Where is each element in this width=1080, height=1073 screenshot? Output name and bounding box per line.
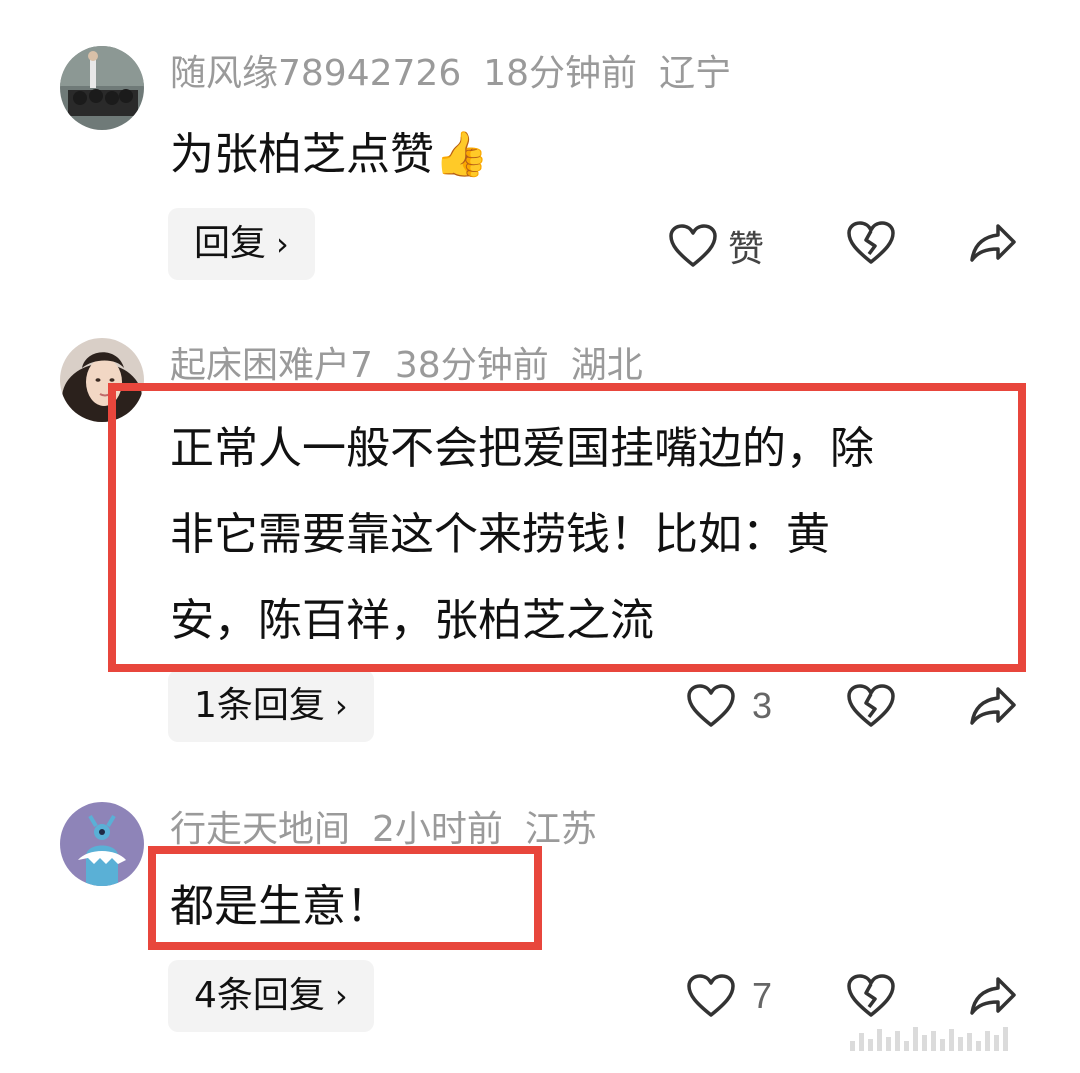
dislike-button[interactable] — [846, 973, 896, 1019]
timestamp: 18分钟前 — [483, 53, 638, 94]
reply-button[interactable]: 回复 › — [168, 208, 315, 280]
reply-label: 4条回复 — [194, 975, 325, 1016]
like-button[interactable]: 7 — [686, 973, 772, 1019]
chevron-right-icon: › — [276, 225, 289, 263]
share-button[interactable] — [968, 973, 1018, 1019]
comment-meta: 起床困难户7 38分钟前 湖北 — [170, 344, 665, 388]
share-button[interactable] — [968, 220, 1018, 266]
watermark — [850, 1025, 1060, 1051]
comment-item: 起床困难户7 38分钟前 湖北 正常人一般不会把爱国挂嘴边的，除 非它需要靠这个来捞… — [0, 300, 1080, 780]
avatar[interactable] — [60, 802, 144, 886]
like-label: 赞 — [728, 229, 765, 270]
location: 江苏 — [524, 809, 597, 850]
share-arrow-icon — [970, 224, 1016, 262]
like-button[interactable]: 3 — [686, 683, 772, 729]
location: 辽宁 — [659, 53, 732, 94]
reply-button[interactable]: 4条回复 › — [168, 960, 374, 1032]
broken-heart-icon — [847, 684, 895, 727]
heart-icon — [687, 974, 735, 1017]
avatar[interactable] — [60, 338, 144, 422]
share-arrow-icon — [970, 687, 1016, 725]
broken-heart-icon — [847, 221, 895, 264]
like-count: 7 — [752, 975, 773, 1016]
location: 湖北 — [570, 345, 643, 386]
share-arrow-icon — [970, 977, 1016, 1015]
share-button[interactable] — [968, 683, 1018, 729]
timestamp: 38分钟前 — [394, 345, 549, 386]
reply-button[interactable]: 1条回复 › — [168, 670, 374, 742]
broken-heart-icon — [847, 974, 895, 1017]
avatar[interactable] — [60, 46, 144, 130]
reply-label: 1条回复 — [194, 685, 325, 726]
comment-meta: 随风缘78942726 18分钟前 辽宁 — [170, 52, 753, 96]
timestamp: 2小时前 — [372, 809, 503, 850]
username[interactable]: 行走天地间 — [170, 809, 350, 850]
comment-text-line: 安，陈百祥，张柏芝之流 — [170, 595, 654, 646]
comment-item: 随风缘78942726 18分钟前 辽宁 为张柏芝点赞👍 回复 › 赞 — [0, 0, 1080, 300]
reply-label: 回复 — [194, 223, 267, 264]
username[interactable]: 起床困难户7 — [170, 345, 373, 386]
chevron-right-icon: › — [334, 977, 348, 1015]
comment-text-line: 正常人一般不会把爱国挂嘴边的，除 — [170, 423, 874, 474]
heart-icon — [669, 224, 717, 267]
heart-icon — [687, 684, 735, 727]
comment-text-line: 非它需要靠这个来捞钱！比如：黄 — [170, 509, 830, 560]
comment-meta: 行走天地间 2小时前 江苏 — [170, 808, 619, 852]
comment-text: 都是生意！ — [170, 881, 390, 932]
comment-text: 正常人一般不会把爱国挂嘴边的，除 非它需要靠这个来捞钱！比如：黄 安，陈百祥，张… — [170, 406, 874, 664]
dislike-button[interactable] — [846, 220, 896, 266]
chevron-right-icon: › — [334, 687, 348, 725]
username[interactable]: 随风缘78942726 — [170, 53, 461, 94]
like-count: 3 — [752, 685, 773, 726]
dislike-button[interactable] — [846, 683, 896, 729]
comment-text: 为张柏芝点赞👍 — [170, 129, 489, 180]
like-button[interactable]: 赞 — [668, 220, 764, 272]
